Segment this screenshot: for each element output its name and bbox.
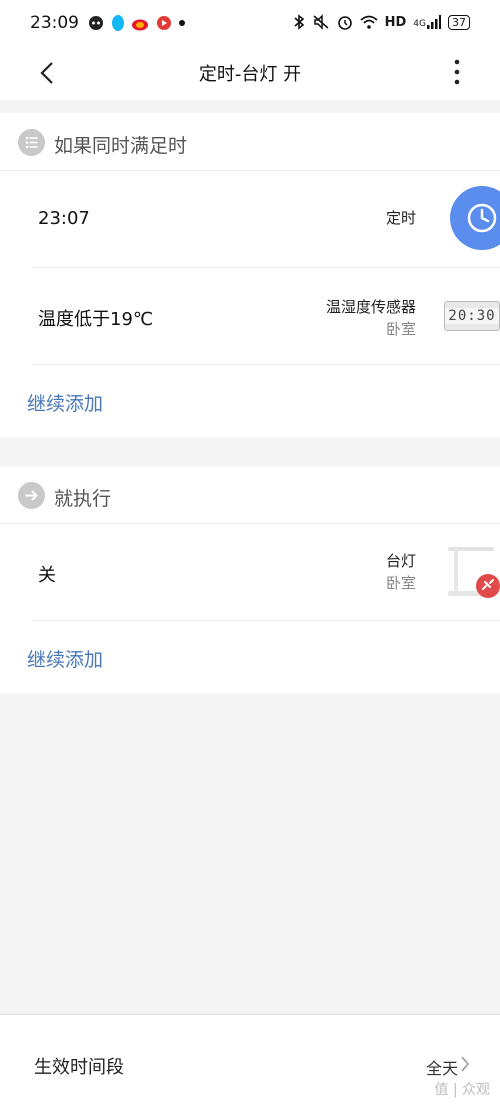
ghost-app-icon [89, 16, 103, 30]
weibo-icon [132, 19, 148, 31]
bluetooth-icon [294, 14, 304, 30]
arrow-right-icon [18, 482, 45, 509]
status-time: 23:09 [30, 13, 79, 33]
actions-add-button[interactable]: 继续添加 [0, 621, 500, 693]
chevron-right-icon [461, 1056, 470, 1072]
video-app-icon [157, 16, 171, 30]
system-icons: HD 4G 37 [293, 14, 470, 30]
actions-add-label[interactable]: 继续添加 [27, 645, 103, 672]
qq-icon [112, 15, 124, 31]
conditions-add-label[interactable]: 继续添加 [27, 389, 103, 416]
conditions-card: 如果同时满足时 23:07 定时 温度低于19℃ 温湿度传感器 卧室 20:30… [0, 113, 500, 438]
effective-period-label: 生效时间段 [34, 1057, 124, 1078]
conditions-header: 如果同时满足时 [0, 113, 500, 171]
wifi-icon [360, 15, 378, 29]
action-row-lamp[interactable]: 关 台灯 卧室 [32, 524, 500, 621]
effective-period-row[interactable]: 生效时间段 全天 值 | 众观 [0, 1014, 500, 1111]
condition-temp-room: 卧室 [385, 320, 416, 338]
status-bar: 23:09 HD 4G 37 [0, 0, 500, 48]
actions-title: 就执行 [54, 488, 112, 510]
effective-period-value: 全天 [425, 1059, 458, 1078]
notification-icons [88, 14, 186, 32]
more-options-icon[interactable] [452, 58, 462, 86]
signal-icon [427, 15, 441, 29]
condition-row-temperature[interactable]: 温度低于19℃ 温湿度传感器 卧室 20:30 [32, 268, 500, 365]
dot-icon [179, 20, 185, 26]
alarm-icon [337, 16, 352, 30]
conditions-add-button[interactable]: 继续添加 [0, 365, 500, 437]
condition-time-desc: 定时 [386, 207, 416, 229]
page-title: 定时-台灯 开 [198, 64, 302, 85]
battery-level: 37 [452, 15, 466, 29]
condition-temp-desc: 温湿度传感器 卧室 [326, 296, 416, 340]
conditions-title: 如果同时满足时 [54, 135, 188, 157]
condition-row-time[interactable]: 23:07 定时 [32, 171, 500, 268]
network-indicator: 4G [413, 15, 441, 29]
actions-header: 就执行 [0, 466, 500, 524]
desk-lamp-icon [448, 547, 500, 598]
battery-icon: 37 [448, 14, 470, 30]
condition-temp-value: 温度低于19℃ [38, 309, 154, 330]
sensor-display: 20:30 [445, 308, 499, 324]
list-icon [18, 129, 45, 156]
watermark: 值 | 众观 [434, 1082, 490, 1098]
condition-time-type: 定时 [385, 209, 416, 227]
actions-card: 就执行 关 台灯 卧室 继续添加 [0, 466, 500, 694]
action-room: 卧室 [385, 574, 416, 592]
action-value: 关 [38, 565, 56, 586]
mute-icon [313, 14, 329, 30]
nav-bar: 定时-台灯 开 [0, 48, 500, 100]
sensor-device-icon: 20:30 [444, 301, 500, 331]
hd-indicator: HD [384, 14, 407, 30]
condition-time-value: 23:07 [38, 208, 90, 229]
clock-icon [450, 186, 500, 250]
action-desc: 台灯 卧室 [386, 550, 416, 594]
condition-temp-device: 温湿度传感器 [325, 298, 416, 316]
action-device: 台灯 [385, 552, 416, 570]
